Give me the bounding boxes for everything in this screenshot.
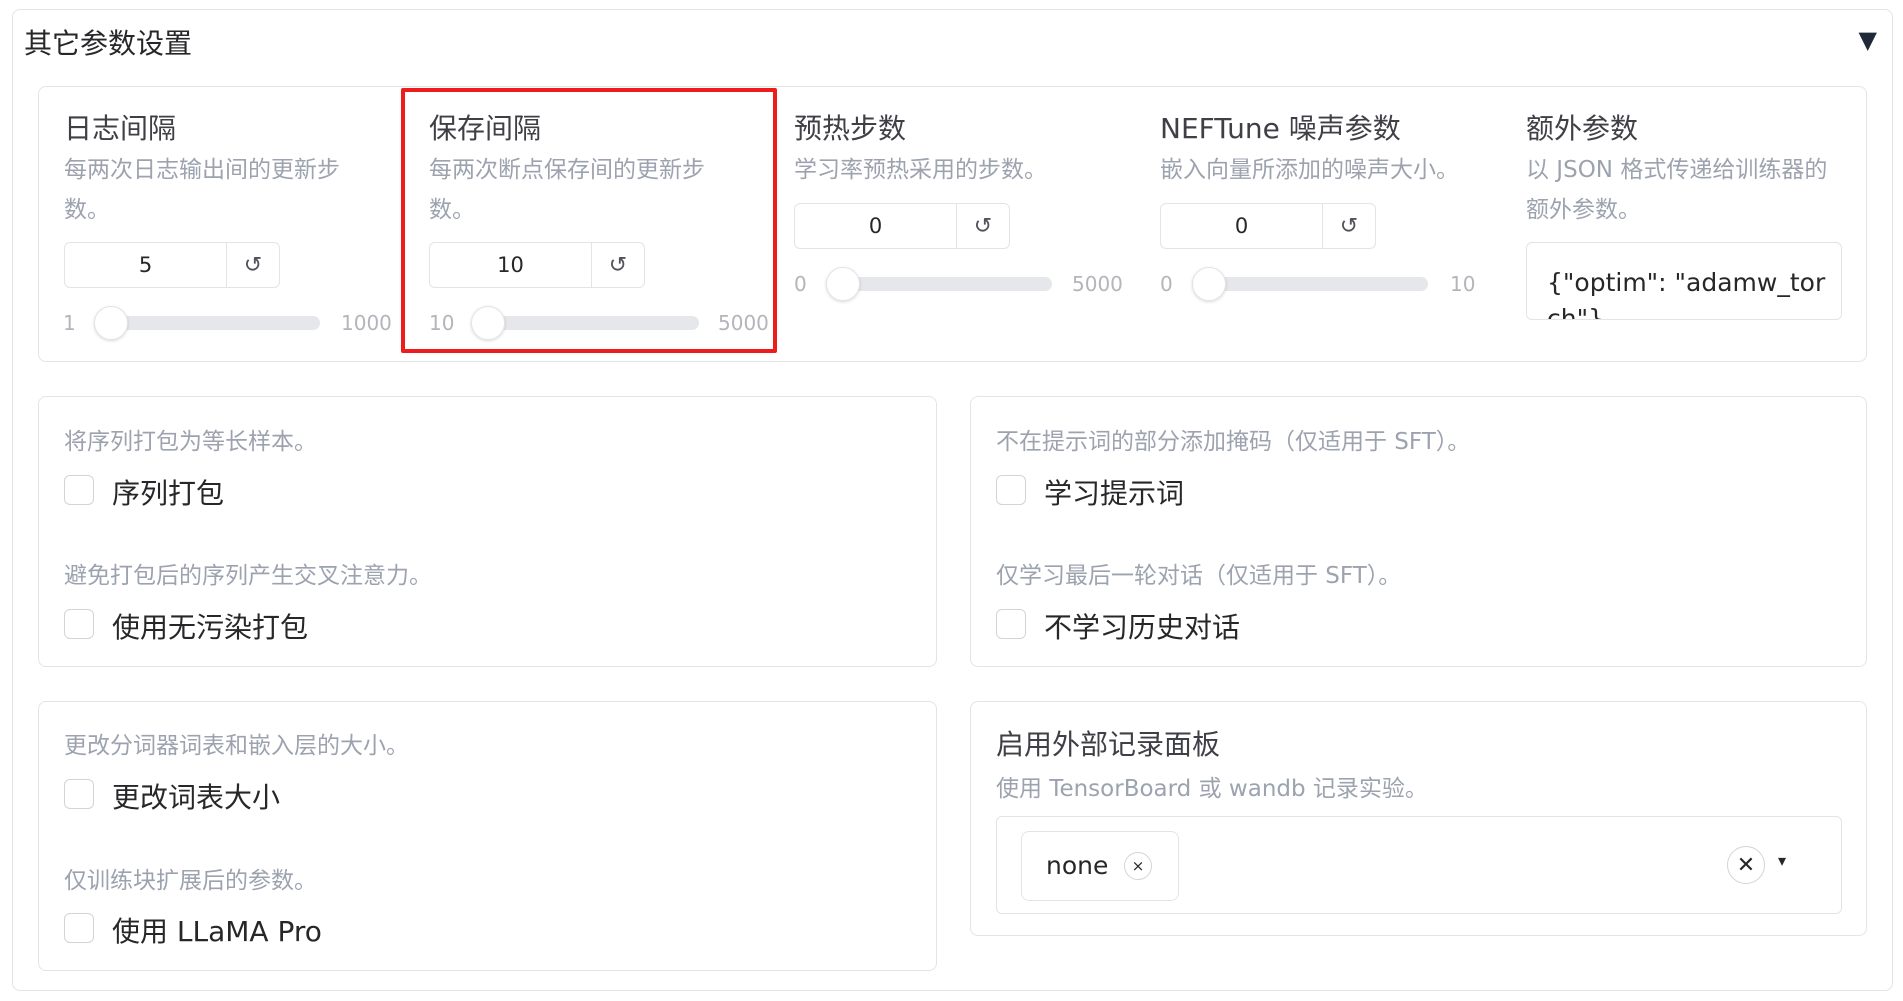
llama-pro-info: 仅训练块扩展后的参数。 xyxy=(64,868,317,894)
warmup-steps-slider-thumb[interactable] xyxy=(826,267,860,301)
mask-history-label[interactable]: 不学习历史对话 xyxy=(1044,606,1240,646)
warmup-steps-max: 5000 xyxy=(1072,272,1123,296)
packing-checkbox[interactable] xyxy=(64,475,94,505)
warmup-steps-min: 0 xyxy=(794,272,807,296)
train-on-prompt-info: 不在提示词的部分添加掩码（仅适用于 SFT）。 xyxy=(996,429,1471,455)
report-to-label: 启用外部记录面板 xyxy=(996,728,1221,761)
neftune-min: 0 xyxy=(1160,272,1173,296)
warmup-steps-label: 预热步数 xyxy=(794,112,907,145)
logging-steps-slider-thumb[interactable] xyxy=(94,306,128,340)
warmup-steps-value[interactable]: 0 xyxy=(795,204,957,248)
logging-steps-max: 1000 xyxy=(341,311,392,335)
neftune-info: 嵌入向量所添加的噪声大小。 xyxy=(1160,157,1459,183)
mask-history-checkbox[interactable] xyxy=(996,609,1026,639)
selected-token: none × xyxy=(1021,831,1179,901)
neftune-slider-thumb[interactable] xyxy=(1192,267,1226,301)
chevron-down-icon[interactable]: ▾ xyxy=(1778,851,1786,870)
neftune-value[interactable]: 0 xyxy=(1161,204,1323,248)
warmup-steps-number-input[interactable]: 0 ↺ xyxy=(794,203,1010,249)
logging-steps-label: 日志间隔 xyxy=(64,112,177,145)
llama-pro-label[interactable]: 使用 LLaMA Pro xyxy=(112,910,322,950)
clear-icon[interactable]: ✕ xyxy=(1727,846,1765,884)
reset-icon[interactable]: ↺ xyxy=(227,243,279,287)
collapse-triangle-icon[interactable]: ▼ xyxy=(1859,26,1877,54)
neat-packing-label[interactable]: 使用无污染打包 xyxy=(112,606,308,646)
logging-steps-min: 1 xyxy=(63,311,76,335)
reset-icon[interactable]: ↺ xyxy=(957,204,1009,248)
train-on-prompt-label[interactable]: 学习提示词 xyxy=(1044,472,1184,512)
neftune-label: NEFTune 噪声参数 xyxy=(1160,112,1401,145)
report-to-info: 使用 TensorBoard 或 wandb 记录实验。 xyxy=(996,776,1428,802)
reset-icon[interactable]: ↺ xyxy=(1323,204,1375,248)
token-label: none xyxy=(1046,851,1109,880)
neftune-max: 10 xyxy=(1450,272,1476,296)
packing-label[interactable]: 序列打包 xyxy=(112,472,224,512)
highlight-box xyxy=(401,88,777,353)
resize-vocab-checkbox[interactable] xyxy=(64,779,94,809)
packing-info: 将序列打包为等长样本。 xyxy=(64,429,317,455)
resize-vocab-label[interactable]: 更改词表大小 xyxy=(112,776,280,816)
extra-args-value[interactable]: {"optim": "adamw_torch"} xyxy=(1547,265,1837,319)
remove-token-icon[interactable]: × xyxy=(1124,852,1152,880)
logging-steps-value[interactable]: 5 xyxy=(65,243,227,287)
warmup-steps-info: 学习率预热采用的步数。 xyxy=(794,157,1047,183)
extra-args-label: 额外参数 xyxy=(1526,112,1639,145)
neftune-number-input[interactable]: 0 ↺ xyxy=(1160,203,1376,249)
extra-args-info: 以 JSON 格式传递给训练器的额外参数。 xyxy=(1526,157,1828,223)
neat-packing-checkbox[interactable] xyxy=(64,609,94,639)
mask-history-info: 仅学习最后一轮对话（仅适用于 SFT）。 xyxy=(996,563,1402,589)
train-on-prompt-checkbox[interactable] xyxy=(996,475,1026,505)
logging-steps-number-input[interactable]: 5 ↺ xyxy=(64,242,280,288)
extra-args-textarea[interactable]: {"optim": "adamw_torch"} xyxy=(1526,242,1842,320)
report-to-dropdown[interactable]: none × ✕ ▾ xyxy=(996,816,1842,914)
accordion-title[interactable]: 其它参数设置 xyxy=(24,22,192,62)
neftune-slider-track[interactable] xyxy=(1192,277,1428,291)
logging-steps-info: 每两次日志输出间的更新步数。 xyxy=(64,157,340,223)
neat-packing-info: 避免打包后的序列产生交叉注意力。 xyxy=(64,563,432,589)
resize-vocab-info: 更改分词器词表和嵌入层的大小。 xyxy=(64,733,409,759)
llama-pro-checkbox[interactable] xyxy=(64,913,94,943)
